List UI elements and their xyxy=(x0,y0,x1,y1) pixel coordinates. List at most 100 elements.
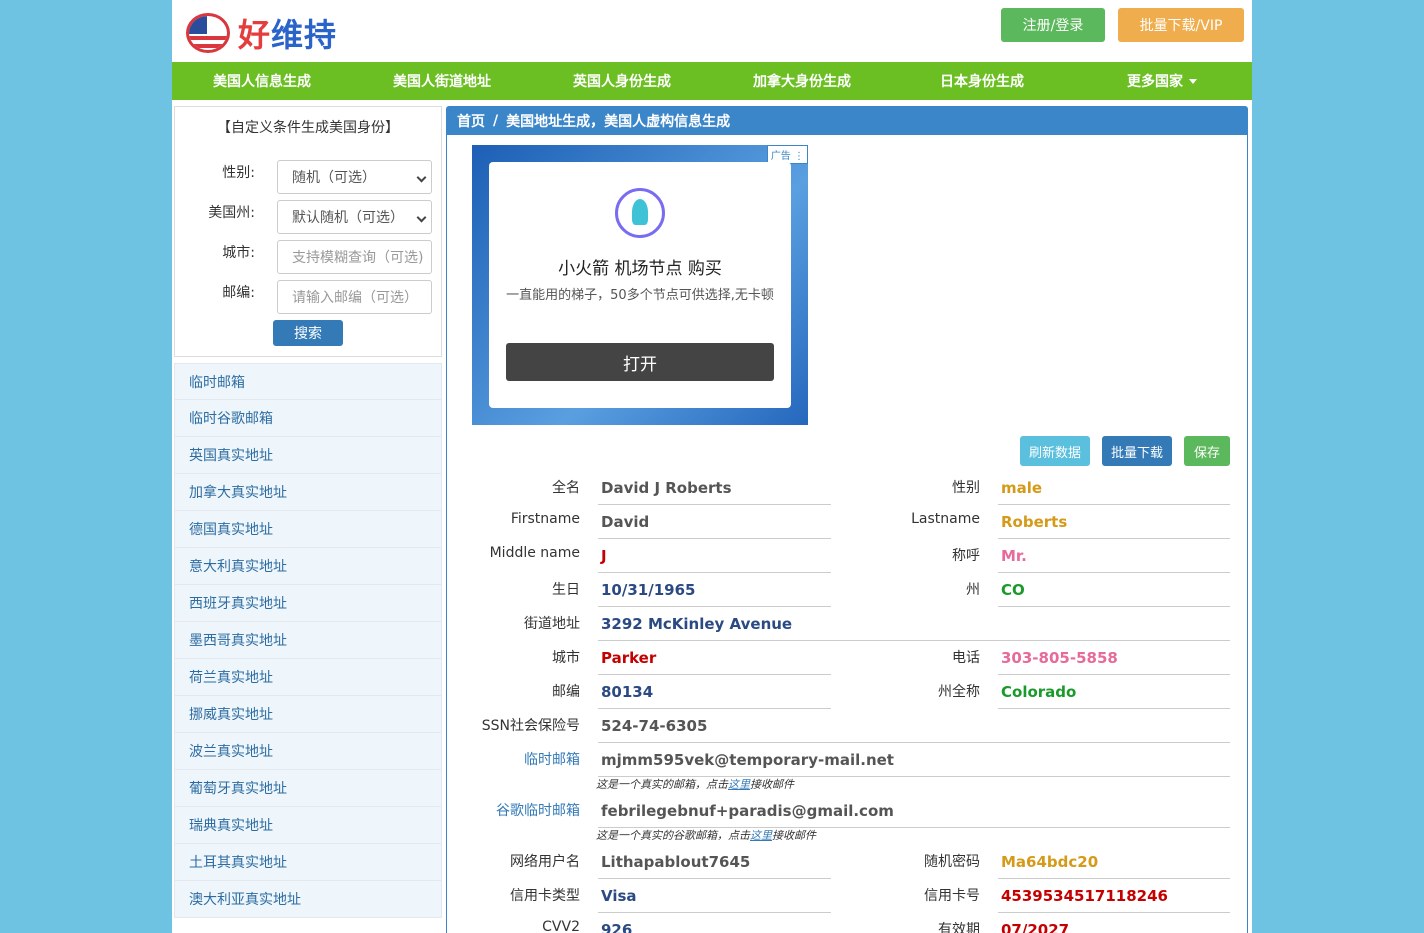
zip-field-label: 邮编 xyxy=(552,684,580,700)
filter-row-city: 城市: 支持模糊查询（可选) xyxy=(175,240,441,274)
temp-gmail-label[interactable]: 谷歌临时邮箱 xyxy=(450,800,580,820)
middlename-value[interactable]: J xyxy=(598,547,831,573)
main-nav: 美国人信息生成 美国人街道地址 英国人身份生成 加拿大身份生成 日本身份生成 更… xyxy=(172,62,1252,100)
state-value[interactable]: CO xyxy=(998,581,1230,607)
statefull-value[interactable]: Colorado xyxy=(998,683,1230,709)
sidebar-link-norway[interactable]: 挪威真实地址 xyxy=(174,696,442,733)
sidebar-link-temp-mail[interactable]: 临时邮箱 xyxy=(174,363,442,400)
site-header: 好维持 注册/登录 批量下载/VIP xyxy=(172,0,1252,62)
city-value[interactable]: Parker xyxy=(598,649,831,675)
field-row: 邮编 80134 州全称 Colorado xyxy=(447,681,1247,715)
state-select[interactable]: 默认随机（可选） xyxy=(277,200,432,234)
cvv-value[interactable]: 926 xyxy=(598,921,831,933)
phone-value[interactable]: 303-805-5858 xyxy=(998,649,1230,675)
logo-text: 好维持 xyxy=(238,10,337,56)
field-row: 谷歌临时邮箱 febrilegebnuf+paradis@gmail.com 这… xyxy=(447,800,1247,850)
gender-select[interactable]: 随机（可选） xyxy=(277,160,432,194)
ssn-value[interactable]: 524-74-6305 xyxy=(598,717,1230,743)
fullname-label: 全名 xyxy=(552,480,580,496)
nav-uk-identity[interactable]: 英国人身份生成 xyxy=(532,62,712,100)
sidebar-link-uk[interactable]: 英国真实地址 xyxy=(174,437,442,474)
field-row: 全名 David J Roberts 性别 male xyxy=(447,477,1247,511)
nav-canada-identity[interactable]: 加拿大身份生成 xyxy=(712,62,892,100)
lastname-value[interactable]: Roberts xyxy=(998,513,1230,539)
username-value[interactable]: Lithapablout7645 xyxy=(598,853,831,879)
temp-mail-note: 这是一个真实的邮箱，点击这里接收邮件 xyxy=(596,778,794,791)
temp-mail-here-link[interactable]: 这里 xyxy=(728,778,750,791)
field-row: SSN社会保险号 524-74-6305 xyxy=(447,715,1247,749)
city-input[interactable]: 支持模糊查询（可选) xyxy=(277,240,432,274)
field-row: Firstname David Lastname Roberts xyxy=(447,511,1247,545)
refresh-data-button[interactable]: 刷新数据 xyxy=(1020,436,1090,466)
sidebar-link-spain[interactable]: 西班牙真实地址 xyxy=(174,585,442,622)
sidebar-link-temp-gmail[interactable]: 临时谷歌邮箱 xyxy=(174,400,442,437)
temp-mail-value[interactable]: mjmm595vek@temporary-mail.net xyxy=(598,751,1230,777)
temp-gmail-value[interactable]: febrilegebnuf+paradis@gmail.com xyxy=(598,802,1230,828)
ad-title[interactable]: 小火箭 机场节点 购买 xyxy=(489,254,791,279)
zip-label: 邮编: xyxy=(222,285,255,301)
street-value[interactable]: 3292 McKinley Avenue xyxy=(598,615,1230,641)
field-row: Middle name J 称呼 Mr. xyxy=(447,545,1247,579)
zip-value[interactable]: 80134 xyxy=(598,683,831,709)
sidebar-link-germany[interactable]: 德国真实地址 xyxy=(174,511,442,548)
batch-download-vip-button[interactable]: 批量下载/VIP xyxy=(1118,8,1244,42)
breadcrumb-home[interactable]: 首页 xyxy=(457,111,485,131)
password-label: 随机密码 xyxy=(924,854,980,870)
logo[interactable]: 好维持 xyxy=(186,10,337,56)
ad-banner[interactable]: 广告 ⋮ 小火箭 机场节点 购买 一直能用的梯子，50多个节点可供选择,无卡顿 … xyxy=(472,145,808,425)
save-button[interactable]: 保存 xyxy=(1184,436,1230,466)
sidebar-links: 临时邮箱 临时谷歌邮箱 英国真实地址 加拿大真实地址 德国真实地址 意大利真实地… xyxy=(174,363,442,918)
city-field-label: 城市 xyxy=(552,650,580,666)
zip-input[interactable]: 请输入邮编（可选） xyxy=(277,280,432,314)
password-value[interactable]: Ma64bdc20 xyxy=(998,853,1230,879)
cardtype-label: 信用卡类型 xyxy=(510,888,580,904)
sidebar-link-netherlands[interactable]: 荷兰真实地址 xyxy=(174,659,442,696)
lastname-label: Lastname xyxy=(911,511,980,527)
logo-text-part1: 好 xyxy=(238,16,272,54)
cardtype-value[interactable]: Visa xyxy=(598,887,831,913)
nav-us-info[interactable]: 美国人信息生成 xyxy=(172,62,352,100)
ad-description: 一直能用的梯子，50多个节点可供选择,无卡顿 xyxy=(506,288,774,303)
sidebar-link-italy[interactable]: 意大利真实地址 xyxy=(174,548,442,585)
expiry-value[interactable]: 07/2027 xyxy=(998,921,1230,933)
page: 好维持 注册/登录 批量下载/VIP 美国人信息生成 美国人街道地址 英国人身份… xyxy=(172,0,1252,933)
temp-mail-label[interactable]: 临时邮箱 xyxy=(450,749,580,769)
card-number-value[interactable]: 4539534517118246 xyxy=(998,887,1230,913)
filter-row-state: 美国州: 默认随机（可选） xyxy=(175,200,441,234)
sidebar-link-turkey[interactable]: 土耳其真实地址 xyxy=(174,844,442,881)
sidebar-link-mexico[interactable]: 墨西哥真实地址 xyxy=(174,622,442,659)
temp-gmail-note: 这是一个真实的谷歌邮箱，点击这里接收邮件 xyxy=(596,829,816,842)
cvv-label: CVV2 xyxy=(542,919,580,933)
phone-label: 电话 xyxy=(952,650,980,666)
firstname-value[interactable]: David xyxy=(598,513,831,539)
sidebar-link-poland[interactable]: 波兰真实地址 xyxy=(174,733,442,770)
us-flag-icon xyxy=(186,13,230,53)
dob-value[interactable]: 10/31/1965 xyxy=(598,581,831,607)
sidebar-link-portugal[interactable]: 葡萄牙真实地址 xyxy=(174,770,442,807)
sidebar-link-australia[interactable]: 澳大利亚真实地址 xyxy=(174,881,442,918)
nav-more-countries[interactable]: 更多国家 xyxy=(1072,62,1252,100)
register-login-button[interactable]: 注册/登录 xyxy=(1001,8,1105,42)
sidebar-link-canada[interactable]: 加拿大真实地址 xyxy=(174,474,442,511)
ad-open-button[interactable]: 打开 xyxy=(506,343,774,381)
gender-field-label: 性别 xyxy=(952,480,980,496)
fullname-value[interactable]: David J Roberts xyxy=(598,479,831,505)
middlename-label: Middle name xyxy=(489,545,580,561)
street-label: 街道地址 xyxy=(524,616,580,632)
state-label: 美国州: xyxy=(208,205,255,221)
field-row: 街道地址 3292 McKinley Avenue xyxy=(447,613,1247,647)
field-row: 信用卡类型 Visa 信用卡号 4539534517118246 xyxy=(447,885,1247,919)
nav-japan-identity[interactable]: 日本身份生成 xyxy=(892,62,1072,100)
nav-us-street[interactable]: 美国人街道地址 xyxy=(352,62,532,100)
batch-download-button[interactable]: 批量下载 xyxy=(1102,436,1172,466)
title-value[interactable]: Mr. xyxy=(998,547,1230,573)
chevron-down-icon xyxy=(416,212,427,223)
search-button[interactable]: 搜索 xyxy=(273,320,343,346)
dob-label: 生日 xyxy=(552,582,580,598)
ad-card[interactable]: 小火箭 机场节点 购买 一直能用的梯子，50多个节点可供选择,无卡顿 打开 xyxy=(489,162,791,408)
gender-value[interactable]: male xyxy=(998,479,1230,505)
field-row: 生日 10/31/1965 州 CO xyxy=(447,579,1247,613)
sidebar-link-sweden[interactable]: 瑞典真实地址 xyxy=(174,807,442,844)
filter-row-zip: 邮编: 请输入邮编（可选） xyxy=(175,280,441,314)
temp-gmail-here-link[interactable]: 这里 xyxy=(750,829,772,842)
